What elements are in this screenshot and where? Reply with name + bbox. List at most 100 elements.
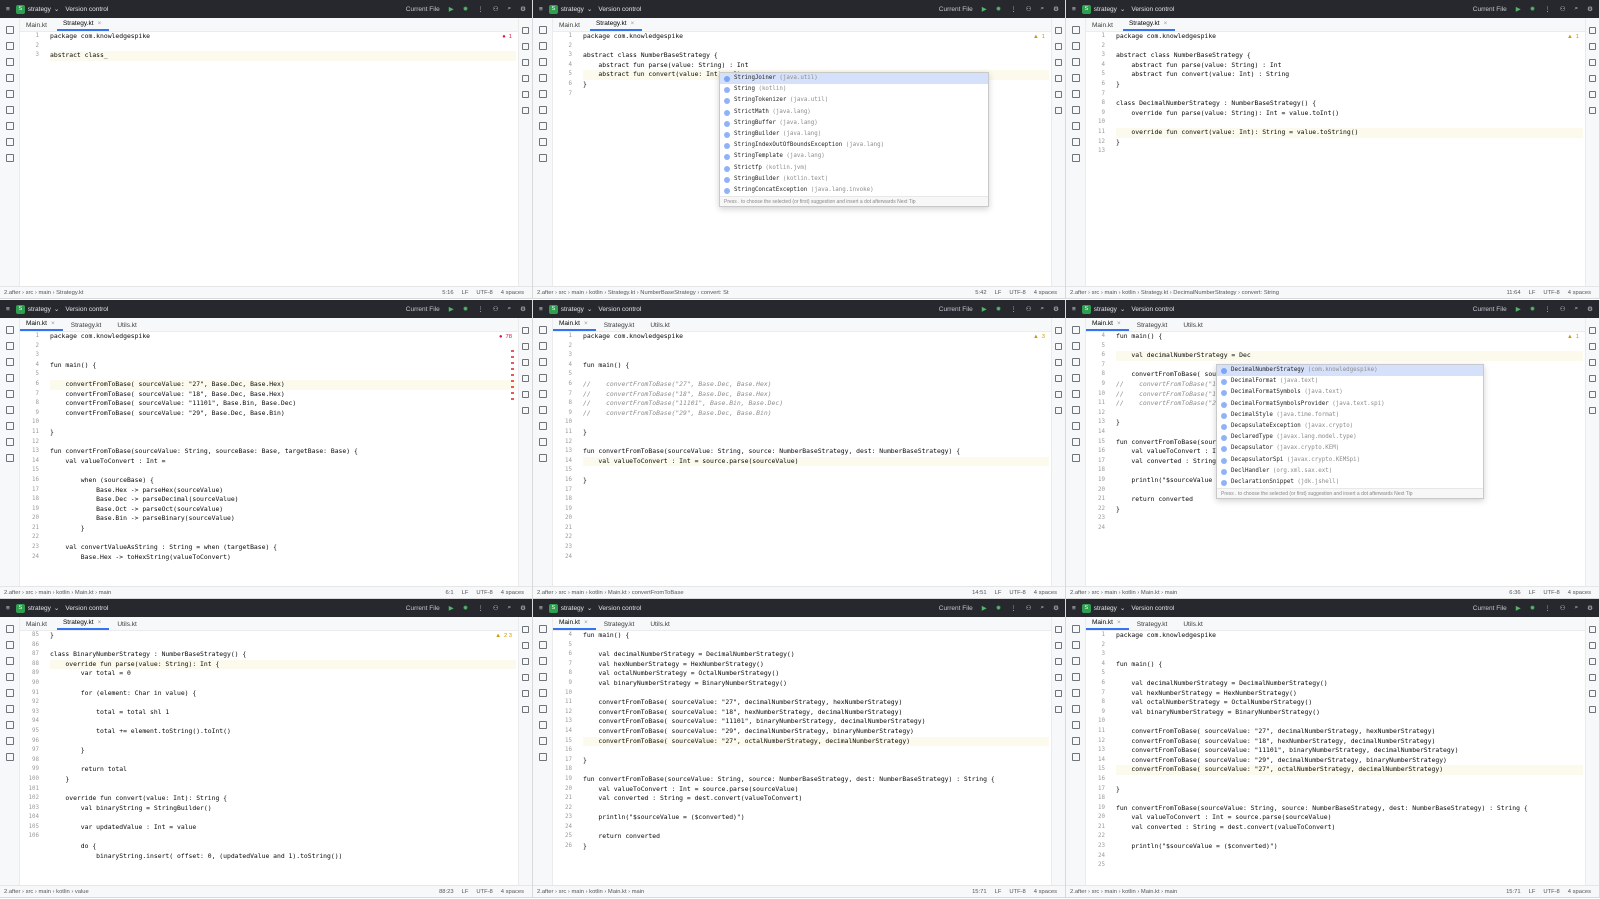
completion-item[interactable]: DeclHandler (org.xml.sax.ext)	[1217, 466, 1483, 477]
notifications-icon[interactable]	[1055, 27, 1062, 34]
search-icon[interactable]: ⌕	[1041, 5, 1045, 13]
run-tool-icon[interactable]	[5, 406, 14, 414]
copilot-icon[interactable]	[1055, 706, 1062, 713]
completion-item[interactable]: StringTemplate (java.lang)	[720, 151, 988, 162]
ai-assistant-icon[interactable]	[1055, 75, 1062, 82]
account-icon[interactable]: ⚇	[1026, 5, 1032, 13]
editor-tab[interactable]: Main.kt	[1086, 20, 1121, 31]
copilot-icon[interactable]	[1589, 706, 1596, 713]
terminal-icon[interactable]	[538, 721, 547, 729]
status-item[interactable]: LF	[462, 889, 469, 895]
maven-icon[interactable]	[1589, 690, 1596, 697]
gear-icon[interactable]: ⚙	[520, 5, 526, 13]
editor-tab[interactable]: Main.kt	[20, 619, 55, 630]
structure-icon[interactable]	[1071, 358, 1080, 366]
more-icon[interactable]: ⋮	[1544, 305, 1551, 313]
status-item[interactable]: 4 spaces	[1034, 590, 1057, 596]
debug-icon[interactable]: ✹	[463, 305, 468, 313]
project-widget[interactable]: Sstrategy ⌄	[15, 4, 59, 14]
editor-tab[interactable]: Strategy.kt ×	[1122, 18, 1176, 31]
more-icon[interactable]: ⋮	[1010, 604, 1017, 612]
close-icon[interactable]: ×	[1117, 619, 1121, 626]
problems-icon[interactable]	[1071, 138, 1080, 146]
editor-tab[interactable]: Strategy.kt ×	[56, 617, 110, 630]
run-config-selector[interactable]: Current File	[406, 6, 440, 13]
gradle-icon[interactable]	[522, 343, 529, 350]
project-icon[interactable]	[538, 625, 547, 633]
search-icon[interactable]: ⌕	[1041, 305, 1045, 313]
services-icon[interactable]	[1071, 390, 1080, 398]
notifications-icon[interactable]	[522, 327, 529, 334]
terminal-icon[interactable]	[538, 422, 547, 430]
run-config-selector[interactable]: Current File	[1473, 6, 1507, 13]
account-icon[interactable]: ⚇	[1026, 305, 1032, 313]
editor-tab[interactable]: Strategy.kt	[598, 320, 643, 331]
project-widget[interactable]: Sstrategy ⌄	[548, 4, 592, 14]
services-icon[interactable]	[538, 689, 547, 697]
run-config-selector[interactable]: Current File	[939, 6, 973, 13]
editor-tab[interactable]: Utils.kt	[644, 619, 678, 630]
search-icon[interactable]: ⌕	[508, 5, 512, 13]
editor-tab[interactable]: Utils.kt	[1177, 320, 1211, 331]
completion-item[interactable]: StringJoiner (java.util)	[720, 73, 988, 85]
navigation-breadcrumb[interactable]: 2.after › src › main › kotlin › Main.kt …	[537, 590, 972, 596]
commit-icon[interactable]	[538, 342, 547, 350]
editor-tab[interactable]: Utils.kt	[111, 619, 145, 630]
gradle-icon[interactable]	[1055, 642, 1062, 649]
completion-item[interactable]: DecimalFormatSymbols (java.text)	[1217, 387, 1483, 398]
problems-icon[interactable]	[5, 138, 14, 146]
completion-item[interactable]: String (kotlin)	[720, 84, 988, 95]
project-icon[interactable]	[5, 26, 14, 34]
editor-tab[interactable]: Main.kt ×	[553, 318, 596, 331]
status-item[interactable]: 4 spaces	[501, 290, 524, 296]
more-tools-icon[interactable]	[5, 374, 14, 382]
maven-icon[interactable]	[522, 91, 529, 98]
code-completion-popup[interactable]: StringJoiner (java.util) String (kotlin) S…	[719, 72, 989, 208]
editor-tab[interactable]: Main.kt ×	[1086, 617, 1129, 630]
commit-icon[interactable]	[1071, 42, 1080, 50]
git-icon[interactable]	[1071, 753, 1080, 761]
vcs-widget[interactable]: Version control	[1131, 6, 1174, 13]
gradle-icon[interactable]	[1589, 43, 1596, 50]
more-tools-icon[interactable]	[538, 673, 547, 681]
code-editor[interactable]: package com.knowledgespike fun main() { c…	[50, 332, 516, 586]
debug-icon[interactable]: ✹	[1530, 604, 1535, 612]
editor-tab[interactable]: Utils.kt	[1177, 619, 1211, 630]
copilot-icon[interactable]	[1589, 407, 1596, 414]
maven-icon[interactable]	[1589, 391, 1596, 398]
code-completion-popup[interactable]: DecimalNumberStrategy (com.knowledgespik…	[1216, 364, 1484, 500]
status-item[interactable]: UTF-8	[476, 590, 492, 596]
copilot-icon[interactable]	[1589, 107, 1596, 114]
account-icon[interactable]: ⚇	[1560, 305, 1566, 313]
terminal-icon[interactable]	[5, 721, 14, 729]
run-config-selector[interactable]: Current File	[1473, 306, 1507, 313]
close-icon[interactable]: ×	[98, 20, 102, 27]
caret-position[interactable]: 6:36	[1509, 590, 1520, 596]
caret-position[interactable]: 5:16	[442, 290, 453, 296]
notifications-icon[interactable]	[1055, 327, 1062, 334]
database-icon[interactable]	[1589, 658, 1596, 665]
vcs-widget[interactable]: Version control	[598, 6, 641, 13]
editor-tab[interactable]: Main.kt	[553, 20, 588, 31]
account-icon[interactable]: ⚇	[493, 305, 499, 313]
completion-item[interactable]: Decapsulator (javax.crypto.KEM)	[1217, 443, 1483, 454]
run-config-selector[interactable]: Current File	[406, 306, 440, 313]
navigation-breadcrumb[interactable]: 2.after › src › main › kotlin › Main.kt …	[537, 889, 972, 895]
terminal-icon[interactable]	[1071, 422, 1080, 430]
gradle-icon[interactable]	[1055, 43, 1062, 50]
database-icon[interactable]	[1055, 658, 1062, 665]
project-icon[interactable]	[538, 326, 547, 334]
structure-icon[interactable]	[538, 358, 547, 366]
completion-item[interactable]: DecapsulatorSpi (javax.crypto.KEMSpi)	[1217, 455, 1483, 466]
services-icon[interactable]	[5, 390, 14, 398]
more-tools-icon[interactable]	[1071, 673, 1080, 681]
status-item[interactable]: LF	[995, 290, 1002, 296]
run-icon[interactable]: ▶	[982, 305, 987, 313]
notifications-icon[interactable]	[1055, 626, 1062, 633]
ai-assistant-icon[interactable]	[522, 375, 529, 382]
more-icon[interactable]: ⋮	[477, 604, 484, 612]
commit-icon[interactable]	[1071, 342, 1080, 350]
close-icon[interactable]: ×	[1117, 320, 1121, 327]
run-tool-icon[interactable]	[1071, 705, 1080, 713]
vcs-widget[interactable]: Version control	[65, 6, 108, 13]
